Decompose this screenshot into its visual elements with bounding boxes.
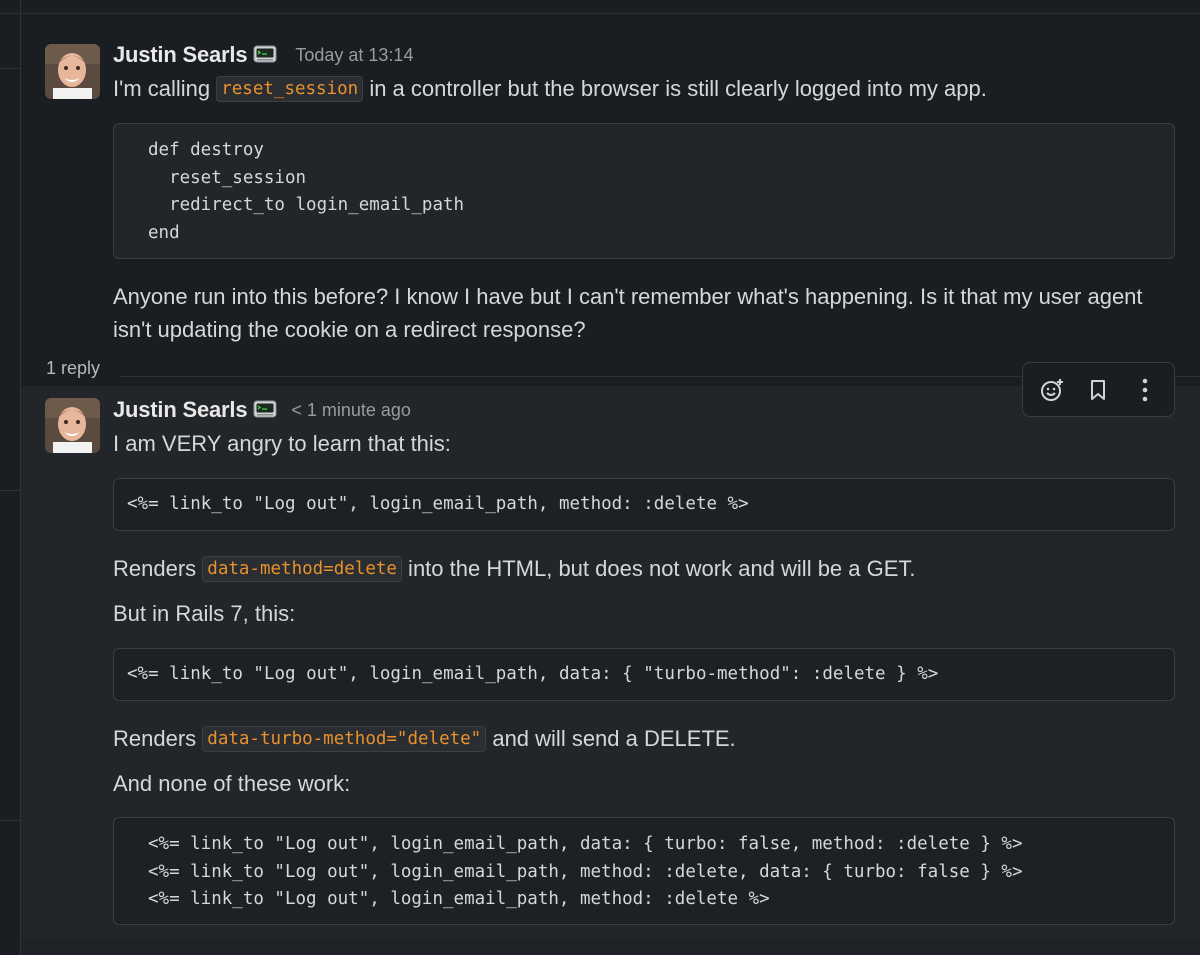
avatar[interactable] <box>45 44 100 99</box>
text-segment: I'm calling <box>113 76 217 101</box>
message-header: Justin Searls < 1 minute ago <box>113 397 411 423</box>
code-block: <%= link_to "Log out", login_email_path,… <box>113 478 1175 531</box>
message-text: But in Rails 7, this: <box>113 601 296 626</box>
thread-reply-count[interactable]: 1 reply <box>46 358 100 379</box>
text-segment: Renders <box>113 726 203 751</box>
code-block: <%= link_to "Log out", login_email_path,… <box>113 817 1175 925</box>
message-text: Renders data-turbo-method="delete" and w… <box>113 722 736 756</box>
paragraph-line: Anyone run into this before? I know I ha… <box>113 284 1143 309</box>
sender-name[interactable]: Justin Searls <box>113 42 248 68</box>
message-text: I'm calling reset_session in a controlle… <box>113 72 987 106</box>
rail-tick <box>0 820 20 821</box>
left-rail <box>20 0 21 955</box>
computer-terminal-icon <box>253 400 277 420</box>
message-actions-toolbar <box>1022 362 1175 417</box>
rail-tick <box>0 490 20 491</box>
message-header: Justin Searls Today at 13:14 <box>113 42 413 68</box>
message-text: I am VERY angry to learn that this: <box>113 431 451 456</box>
inline-code: data-method=delete <box>202 556 402 582</box>
top-divider <box>0 13 1200 14</box>
code-block: def destroy reset_session redirect_to lo… <box>113 123 1175 259</box>
message-text: And none of these work: <box>113 771 351 796</box>
message-paragraph: Anyone run into this before? I know I ha… <box>113 280 1143 346</box>
bottom-strip <box>21 938 1200 955</box>
inline-code: data-turbo-method="delete" <box>202 726 487 752</box>
sender-name[interactable]: Justin Searls <box>113 397 248 423</box>
computer-terminal-icon <box>253 45 277 65</box>
more-actions-icon[interactable] <box>1125 370 1165 410</box>
text-segment: Renders <box>113 556 203 581</box>
code-block: <%= link_to "Log out", login_email_path,… <box>113 648 1175 701</box>
rail-tick <box>0 68 20 69</box>
text-segment: and will send a DELETE. <box>486 726 736 751</box>
inline-code: reset_session <box>216 76 364 102</box>
add-reaction-icon[interactable] <box>1032 370 1072 410</box>
bookmark-icon[interactable] <box>1078 370 1118 410</box>
paragraph-line: isn't updating the cookie on a redirect … <box>113 317 586 342</box>
text-segment: into the HTML, but does not work and wil… <box>401 556 916 581</box>
message-text: Renders data-method=delete into the HTML… <box>113 552 916 586</box>
text-segment: in a controller but the browser is still… <box>363 76 987 101</box>
avatar[interactable] <box>45 398 100 453</box>
timestamp[interactable]: Today at 13:14 <box>295 45 413 66</box>
timestamp[interactable]: < 1 minute ago <box>291 400 411 421</box>
